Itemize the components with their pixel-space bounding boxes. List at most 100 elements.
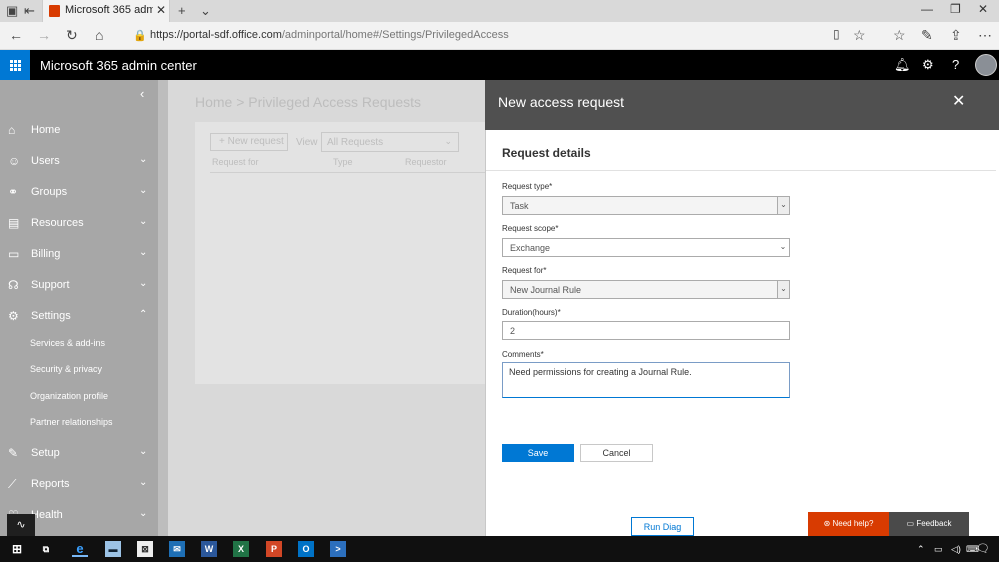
minimize-button[interactable]: — xyxy=(921,2,933,16)
taskbar: ⊞ ⧉ e ▬ ⊠ ✉ W X P O > ⌃ ▭ ◁) ⌨ 🗨︎ xyxy=(0,536,999,562)
back-arrow-icon[interactable]: ← xyxy=(9,27,23,43)
cancel-button[interactable]: Cancel xyxy=(580,444,653,462)
tray-chevron-up-icon[interactable]: ⌃ xyxy=(917,544,925,555)
pen-icon[interactable]: ✎ xyxy=(921,27,933,44)
sidebar-item-resources[interactable]: ▤ Resources ⌄ xyxy=(0,208,158,238)
view-select-value: All Requests xyxy=(327,137,384,148)
feedback-label: Feedback xyxy=(916,519,952,528)
chevron-down-icon: ⌄ xyxy=(777,239,789,256)
action-center-icon[interactable]: 🗨︎ xyxy=(976,542,990,555)
panel-title: New access request xyxy=(498,94,625,110)
window-close-button[interactable]: ✕ xyxy=(978,2,988,16)
new-request-button[interactable]: + New request xyxy=(210,133,288,151)
favorites-hub-icon[interactable]: ☆ xyxy=(893,27,906,44)
url-field[interactable]: https://portal-sdf.office.com/adminporta… xyxy=(150,29,509,41)
tab-close-icon[interactable]: ✕ xyxy=(156,3,166,17)
run-diag-button[interactable]: Run Diag xyxy=(631,517,694,536)
sidebar-item-home[interactable]: ⌂ Home xyxy=(0,115,158,145)
close-icon[interactable]: ✕ xyxy=(952,91,965,111)
collapse-nav-icon[interactable]: ‹ xyxy=(140,86,144,101)
sidebar-item-settings[interactable]: ⚙ Settings ⌃ xyxy=(0,301,158,331)
browser-tab[interactable]: Microsoft 365 admin ce ✕ xyxy=(42,0,170,22)
assistant-icon[interactable]: ∿ xyxy=(7,514,35,536)
network-icon[interactable]: ▭ xyxy=(934,544,943,555)
bell-icon[interactable]: 🔔︎ xyxy=(894,57,911,73)
sidebar-subitem-partners[interactable]: Partner relationships xyxy=(30,417,113,427)
chevron-down-icon: ⌄ xyxy=(444,136,452,146)
request-scope-select[interactable]: Exchange ⌄ xyxy=(502,238,790,257)
word-icon[interactable]: W xyxy=(201,541,217,557)
windows-start-icon[interactable]: ⊞ xyxy=(9,541,25,557)
share-icon[interactable]: ⇪ xyxy=(950,27,962,44)
favorite-star-icon[interactable]: ☆ xyxy=(853,27,866,44)
need-help-button[interactable]: ⊛ Need help? xyxy=(808,512,889,536)
sidebar-subitem-services[interactable]: Services & add-ins xyxy=(30,338,105,348)
sidebar-item-users[interactable]: ☺ Users ⌄ xyxy=(0,146,158,176)
column-divider xyxy=(210,172,485,173)
excel-icon[interactable]: X xyxy=(233,541,249,557)
column-header-requestor[interactable]: Requestor xyxy=(405,157,447,167)
file-explorer-icon[interactable]: ▬ xyxy=(105,541,121,557)
sidebar-subitem-org-profile[interactable]: Organization profile xyxy=(30,391,108,401)
sidebar-item-setup[interactable]: ✎ Setup ⌄ xyxy=(0,438,158,468)
sidebar-item-groups[interactable]: ⚭ Groups ⌄ xyxy=(0,177,158,207)
tab-menu-button[interactable]: ⌄ xyxy=(200,3,211,19)
app-launcher-icon[interactable] xyxy=(0,50,30,80)
save-button[interactable]: Save xyxy=(502,444,574,462)
maximize-button[interactable]: ❐ xyxy=(950,2,961,16)
gear-icon: ⚙ xyxy=(8,309,19,323)
sidebar-item-support[interactable]: ☊ Support ⌄ xyxy=(0,270,158,300)
edge-icon[interactable]: e xyxy=(72,541,88,557)
new-tab-button[interactable]: + xyxy=(178,3,186,18)
help-circle-icon: ⊛ xyxy=(823,519,833,528)
powershell-icon[interactable]: > xyxy=(330,541,346,557)
feedback-button[interactable]: ▭ Feedback xyxy=(889,512,969,536)
request-type-select[interactable]: Task ⌄ xyxy=(502,196,790,215)
sidebar-item-label: Settings xyxy=(31,310,71,322)
avatar[interactable] xyxy=(975,54,997,76)
sidebar-item-label: Setup xyxy=(31,447,60,459)
store-icon[interactable]: ⊠ xyxy=(137,541,153,557)
column-header-type[interactable]: Type xyxy=(333,157,353,167)
mail-icon[interactable]: ✉ xyxy=(169,541,185,557)
gear-icon[interactable]: ⚙ xyxy=(922,57,934,73)
request-for-label: Request for* xyxy=(502,266,547,275)
sidebar-item-billing[interactable]: ▭ Billing ⌄ xyxy=(0,239,158,269)
view-select[interactable]: All Requests ⌄ xyxy=(321,132,459,152)
sidebar-scrollbar[interactable] xyxy=(158,80,168,536)
sidebar-item-label: Billing xyxy=(31,248,61,260)
duration-field[interactable]: 2 xyxy=(502,321,790,340)
sidebar-item-reports[interactable]: ⟋ Reports ⌄ xyxy=(0,469,158,499)
home-browser-icon[interactable]: ⌂ xyxy=(95,27,103,43)
help-icon[interactable]: ? xyxy=(952,57,959,72)
sidebar-subitem-security[interactable]: Security & privacy xyxy=(30,364,102,374)
reading-view-icon[interactable]: ▯ xyxy=(833,27,840,41)
section-divider xyxy=(486,170,996,171)
outlook-icon[interactable]: O xyxy=(298,541,314,557)
sidebar-item-label: Users xyxy=(31,155,60,167)
tab-actions-icon[interactable]: ▣ xyxy=(6,3,18,19)
breadcrumb: Home > Privileged Access Requests xyxy=(195,94,422,110)
chevron-down-icon: ⌄ xyxy=(139,247,148,258)
user-icon: ☺ xyxy=(8,154,21,168)
forward-arrow-icon[interactable]: → xyxy=(37,27,51,43)
powerpoint-icon[interactable]: P xyxy=(266,541,282,557)
set-aside-tabs-icon[interactable]: ⇤ xyxy=(24,3,35,19)
groups-icon: ⚭ xyxy=(8,185,19,199)
url-path: /adminportal/home#/Settings/PrivilegedAc… xyxy=(281,29,509,41)
chevron-up-icon: ⌃ xyxy=(139,309,148,320)
chevron-down-icon: ⌄ xyxy=(139,216,148,227)
volume-icon[interactable]: ◁) xyxy=(951,544,961,555)
comments-label: Comments* xyxy=(502,350,544,359)
more-icon[interactable]: ⋯ xyxy=(978,27,992,44)
task-view-icon[interactable]: ⧉ xyxy=(38,541,54,557)
request-type-label: Request type* xyxy=(502,182,553,191)
request-for-select[interactable]: New Journal Rule ⌄ xyxy=(502,280,790,299)
column-header-request-for[interactable]: Request for xyxy=(212,157,259,167)
chart-icon: ⟋ xyxy=(8,477,17,491)
app-title: Microsoft 365 admin center xyxy=(40,58,197,73)
refresh-icon[interactable]: ↻ xyxy=(66,27,78,44)
request-type-value: Task xyxy=(510,201,529,211)
chevron-down-icon: ⌄ xyxy=(777,197,789,214)
comments-field[interactable]: Need permissions for creating a Journal … xyxy=(502,362,790,398)
